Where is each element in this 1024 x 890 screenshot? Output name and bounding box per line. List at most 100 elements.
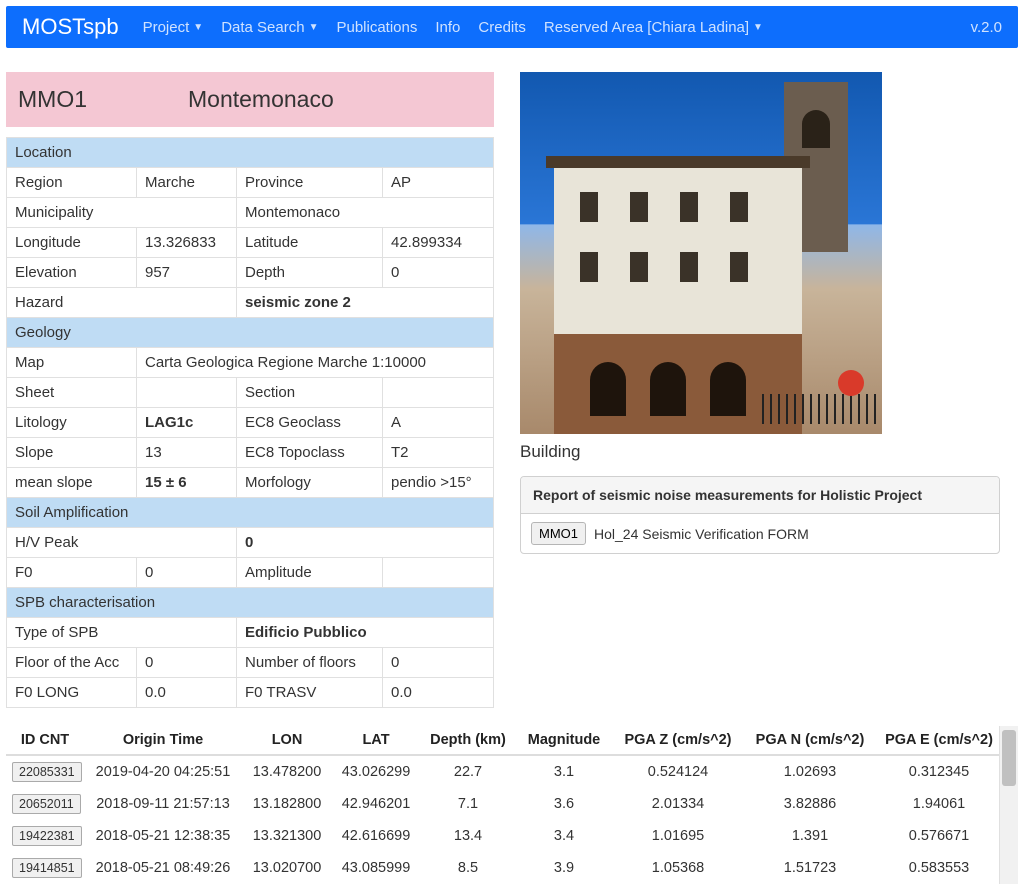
label-section: Section: [237, 378, 383, 408]
brand[interactable]: MOSTspb: [22, 14, 119, 40]
label-f0trasv: F0 TRASV: [237, 678, 383, 708]
value-hazard: seismic zone 2: [237, 288, 494, 318]
report-title: Report of seismic noise measurements for…: [521, 477, 999, 514]
nav-reserved-area[interactable]: Reserved Area [Chiara Ladina] ▼: [544, 19, 763, 36]
nav-reserved-area-label: Reserved Area [Chiara Ladina]: [544, 19, 749, 36]
label-slope: Slope: [7, 438, 137, 468]
cell-pgan: 1.51723: [744, 852, 876, 884]
label-f0long: F0 LONG: [7, 678, 137, 708]
label-meanslope: mean slope: [7, 468, 137, 498]
label-spb-type: Type of SPB: [7, 618, 237, 648]
cell-origin: 2018-05-21 12:38:35: [84, 820, 242, 852]
label-sheet: Sheet: [7, 378, 137, 408]
value-latitude: 42.899334: [383, 228, 494, 258]
cell-lat: 43.026299: [332, 755, 420, 788]
th-lat[interactable]: LAT: [332, 726, 420, 755]
site-name: Montemonaco: [176, 72, 494, 127]
cell-lon: 13.182800: [242, 788, 332, 820]
nav-project[interactable]: Project ▼: [143, 19, 204, 36]
event-id-button[interactable]: 20652011: [12, 794, 81, 814]
events-scroll[interactable]: ID CNT Origin Time LON LAT Depth (km) Ma…: [6, 726, 1018, 884]
label-litology: Litology: [7, 408, 137, 438]
value-longitude: 13.326833: [137, 228, 237, 258]
nav-publications[interactable]: Publications: [336, 19, 417, 36]
cell-pgae: 0.312345: [876, 755, 1002, 788]
nav-credits[interactable]: Credits: [478, 19, 526, 36]
label-numfloor: Number of floors: [237, 648, 383, 678]
scrollbar-thumb[interactable]: [1002, 730, 1016, 786]
cell-mag: 3.1: [516, 755, 612, 788]
th-origin[interactable]: Origin Time: [84, 726, 242, 755]
label-morfology: Morfology: [237, 468, 383, 498]
value-amplitude: [383, 558, 494, 588]
value-municipality: Montemonaco: [237, 198, 494, 228]
nav-data-search-label: Data Search: [221, 19, 304, 36]
value-f0trasv: 0.0: [383, 678, 494, 708]
cell-lat: 42.946201: [332, 788, 420, 820]
section-geology: Geology: [7, 318, 494, 348]
label-f0: F0: [7, 558, 137, 588]
value-slope: 13: [137, 438, 237, 468]
value-morfology: pendio >15°: [383, 468, 494, 498]
table-row: 194148512018-05-21 08:49:2613.02070043.0…: [6, 852, 1002, 884]
cell-pgan: 1.391: [744, 820, 876, 852]
event-id-button[interactable]: 19414851: [12, 858, 82, 878]
building-image: [520, 72, 882, 434]
cell-pgaz: 1.05368: [612, 852, 744, 884]
label-municipality: Municipality: [7, 198, 237, 228]
info-table: Location Region Marche Province AP Munic…: [6, 137, 494, 708]
nav-info[interactable]: Info: [435, 19, 460, 36]
th-pgaz[interactable]: PGA Z (cm/s^2): [612, 726, 744, 755]
chevron-down-icon: ▼: [309, 22, 319, 33]
cell-lat: 42.616699: [332, 820, 420, 852]
report-code-button[interactable]: MMO1: [531, 522, 586, 545]
cell-mag: 3.9: [516, 852, 612, 884]
cell-mag: 3.4: [516, 820, 612, 852]
cell-lon: 13.321300: [242, 820, 332, 852]
site-code: MMO1: [6, 72, 176, 127]
value-elevation: 957: [137, 258, 237, 288]
label-hvpeak: H/V Peak: [7, 528, 237, 558]
cell-depth: 22.7: [420, 755, 516, 788]
version-label: v.2.0: [971, 19, 1002, 36]
value-hvpeak: 0: [237, 528, 494, 558]
navbar: MOSTspb Project ▼ Data Search ▼ Publicat…: [6, 6, 1018, 48]
th-pgae[interactable]: PGA E (cm/s^2): [876, 726, 1002, 755]
cell-depth: 7.1: [420, 788, 516, 820]
nav-data-search[interactable]: Data Search ▼: [221, 19, 318, 36]
value-region: Marche: [137, 168, 237, 198]
event-id-button[interactable]: 22085331: [12, 762, 82, 782]
label-amplitude: Amplitude: [237, 558, 383, 588]
label-ec8geo: EC8 Geoclass: [237, 408, 383, 438]
label-hazard: Hazard: [7, 288, 237, 318]
value-f0long: 0.0: [137, 678, 237, 708]
value-numfloor: 0: [383, 648, 494, 678]
table-row: 206520112018-09-11 21:57:1313.18280042.9…: [6, 788, 1002, 820]
report-link[interactable]: Hol_24 Seismic Verification FORM: [594, 526, 809, 542]
cell-mag: 3.6: [516, 788, 612, 820]
th-depth[interactable]: Depth (km): [420, 726, 516, 755]
nav-project-label: Project: [143, 19, 190, 36]
site-header: MMO1 Montemonaco: [6, 72, 494, 127]
cell-lon: 13.020700: [242, 852, 332, 884]
cell-pgae: 0.583553: [876, 852, 1002, 884]
label-elevation: Elevation: [7, 258, 137, 288]
value-sheet: [137, 378, 237, 408]
chevron-down-icon: ▼: [753, 22, 763, 33]
cell-origin: 2019-04-20 04:25:51: [84, 755, 242, 788]
value-map: Carta Geologica Regione Marche 1:10000: [137, 348, 494, 378]
cell-pgaz: 1.01695: [612, 820, 744, 852]
cell-origin: 2018-05-21 08:49:26: [84, 852, 242, 884]
label-flooracc: Floor of the Acc: [7, 648, 137, 678]
th-pgan[interactable]: PGA N (cm/s^2): [744, 726, 876, 755]
th-id[interactable]: ID CNT: [6, 726, 84, 755]
th-lon[interactable]: LON: [242, 726, 332, 755]
cell-pgaz: 2.01334: [612, 788, 744, 820]
th-mag[interactable]: Magnitude: [516, 726, 612, 755]
cell-pgae: 1.94061: [876, 788, 1002, 820]
section-location: Location: [7, 138, 494, 168]
label-latitude: Latitude: [237, 228, 383, 258]
event-id-button[interactable]: 19422381: [12, 826, 82, 846]
label-ec8topo: EC8 Topoclass: [237, 438, 383, 468]
value-ec8topo: T2: [383, 438, 494, 468]
